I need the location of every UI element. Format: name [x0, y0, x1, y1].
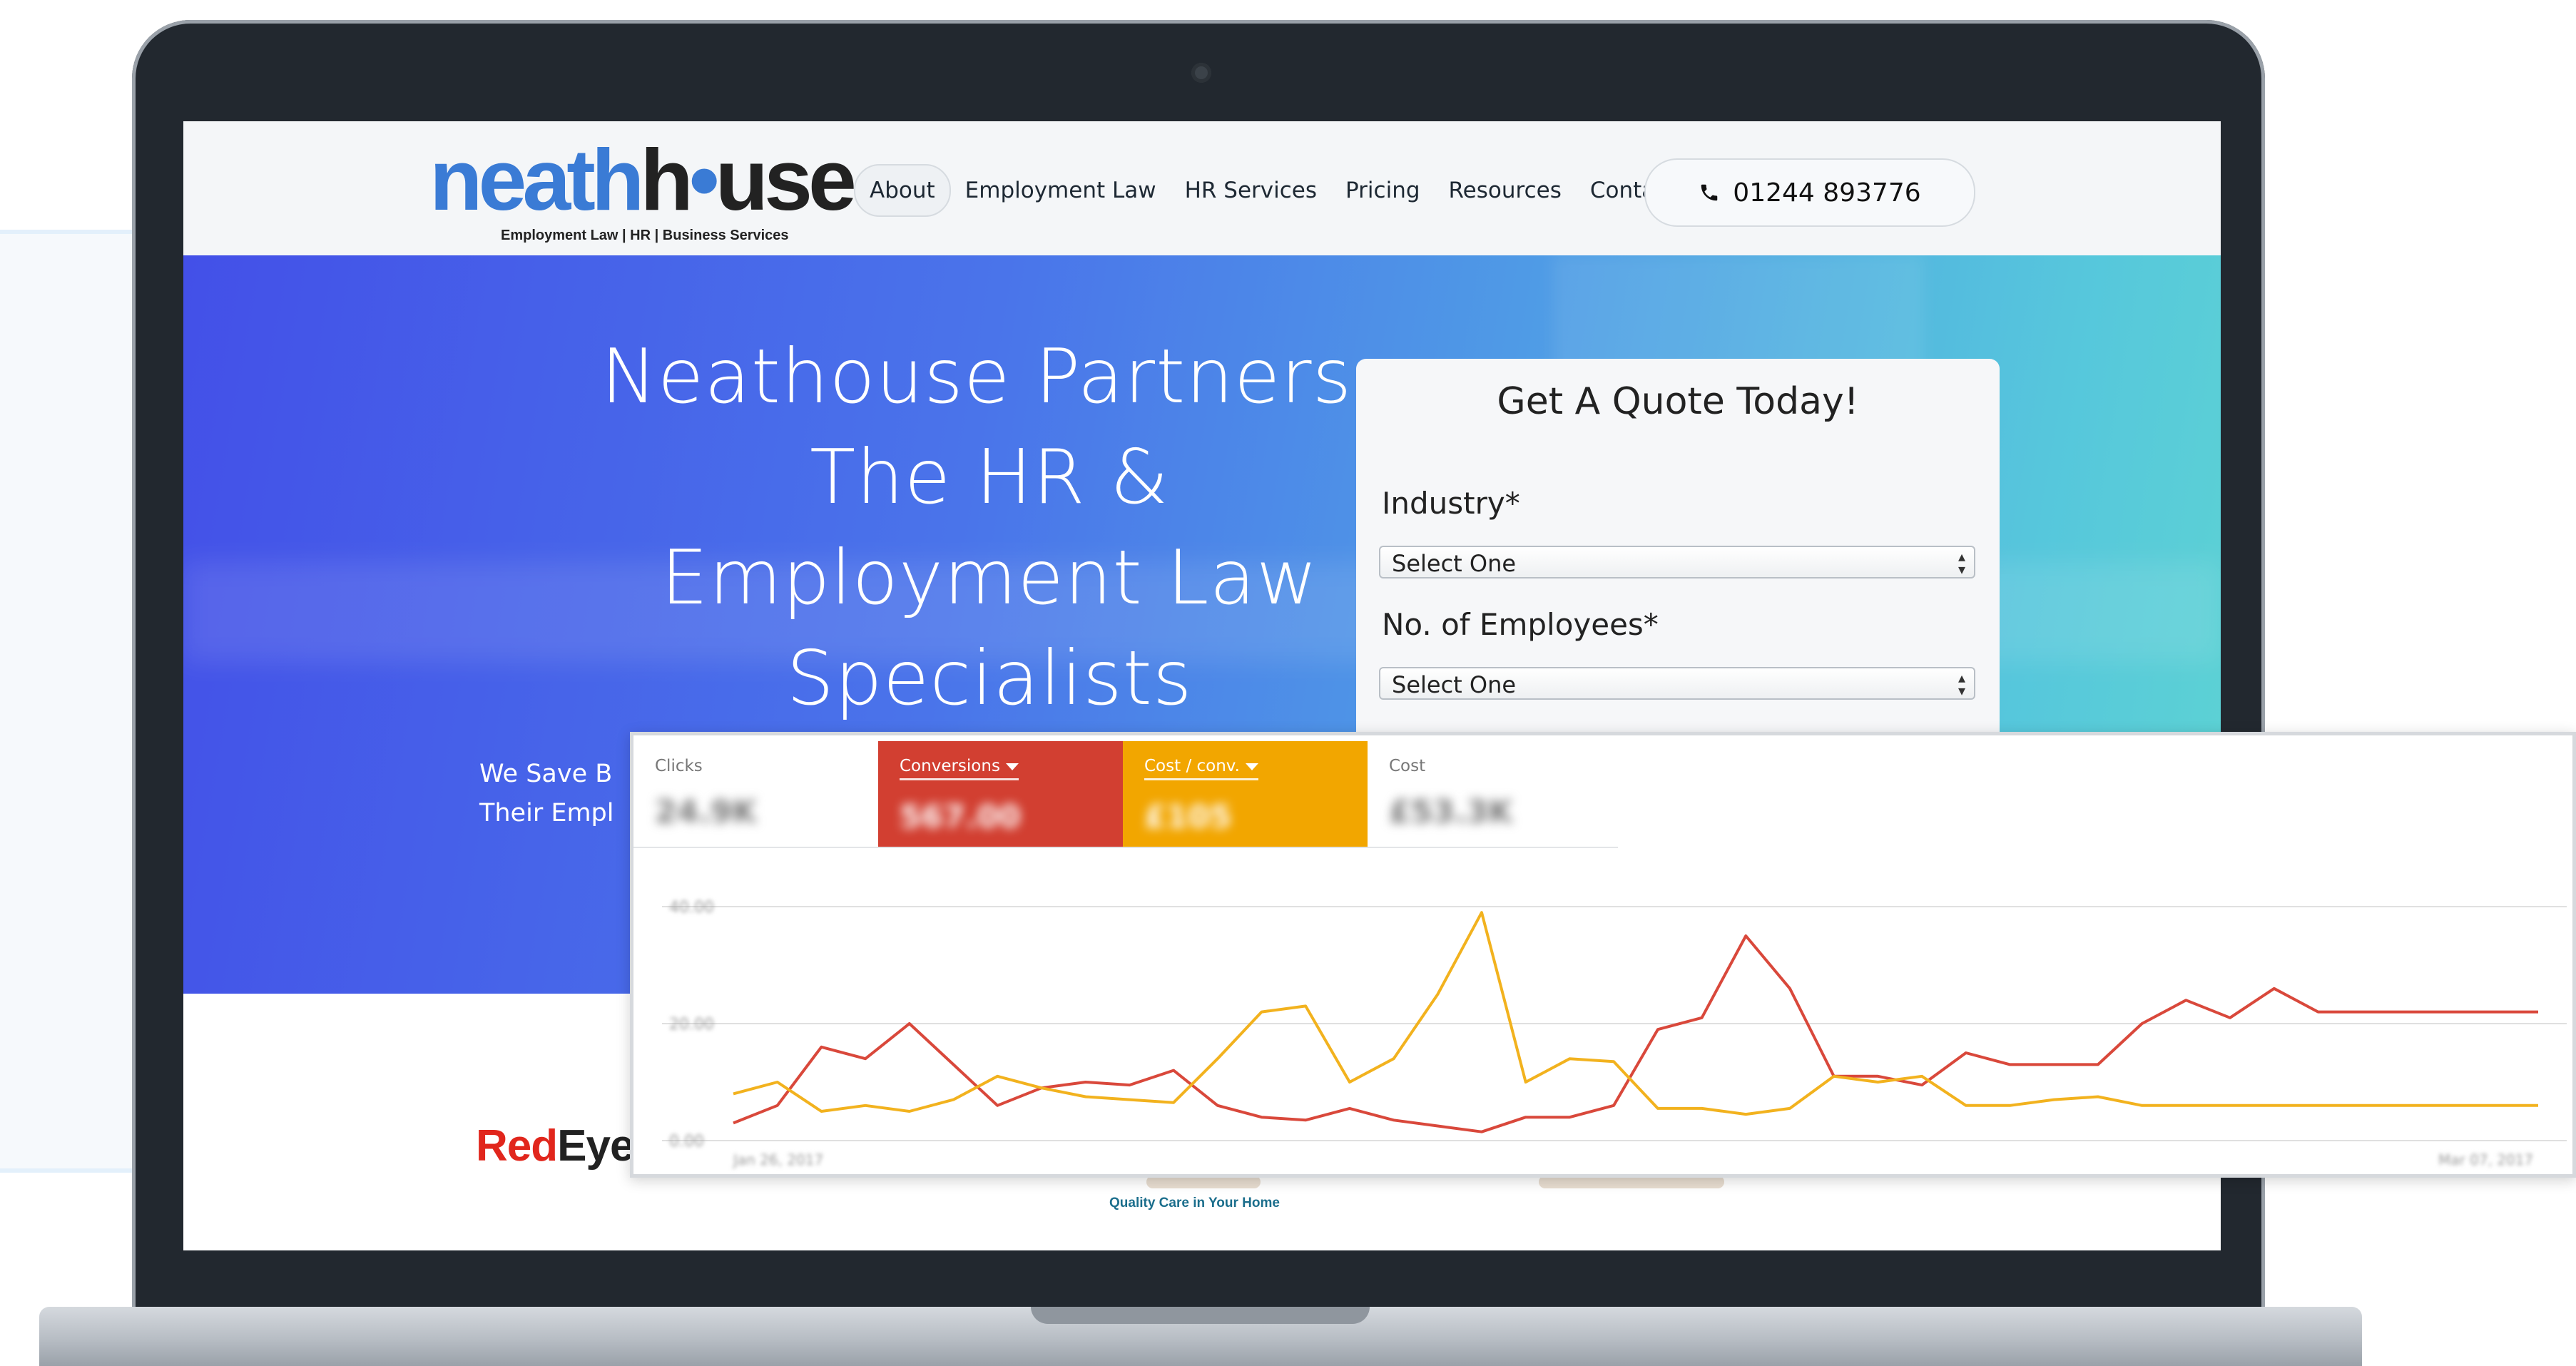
y-tick-label: 0.00 — [669, 1133, 704, 1151]
industry-select-value: Select One — [1392, 550, 1517, 577]
hero-title: Neathouse Partners: The HR & Employment … — [490, 327, 1489, 729]
industry-label: Industry* — [1382, 486, 1520, 521]
nav-hr-services[interactable]: HR Services — [1171, 165, 1331, 215]
nav-resources[interactable]: Resources — [1435, 165, 1576, 215]
logo-tagline: Employment Law | HR | Business Services — [501, 228, 789, 243]
employees-select[interactable]: Select One ▴ ▾ — [1379, 667, 1975, 700]
metric-label: Cost — [1389, 757, 1426, 775]
metric-cost-per-conversion[interactable]: Cost / conv. £105 — [1123, 741, 1368, 847]
dropdown-icon — [1245, 763, 1258, 770]
metric-cost[interactable]: Cost £53.3K — [1368, 741, 1612, 847]
hero-title-line: Employment Law — [661, 534, 1318, 621]
x-tick-label: Jan 26, 2017 — [732, 1151, 823, 1168]
hero-title-line: Specialists — [786, 635, 1193, 722]
metric-label: Cost / conv. — [1144, 757, 1258, 780]
employees-label: No. of Employees* — [1382, 607, 1659, 642]
camera-icon — [1191, 63, 1211, 83]
laptop-notch — [1031, 1307, 1370, 1324]
dropdown-icon — [1005, 763, 1019, 770]
nav-pricing[interactable]: Pricing — [1331, 165, 1435, 215]
care-logo-tagline: Quality Care in Your Home — [1109, 1196, 1280, 1210]
analytics-panel: Clicks 24.9K Conversions 567.00 Cost / c… — [630, 732, 2576, 1178]
nav-employment-law[interactable]: Employment Law — [951, 165, 1171, 215]
phone-button[interactable]: 01244 893776 — [1644, 158, 1975, 227]
series-line-cost-conv- — [733, 911, 2538, 1116]
metric-value: 567.00 — [900, 799, 1021, 835]
nav-about[interactable]: About — [854, 164, 951, 217]
industry-select[interactable]: Select One ▴ ▾ — [1379, 546, 1975, 578]
metric-divider — [633, 847, 1618, 848]
phone-number: 01244 893776 — [1733, 178, 1921, 208]
site-header: neathh•use Employment Law | HR | Busines… — [183, 121, 2221, 255]
site-logo[interactable]: neathh•use Employment Law | HR | Busines… — [429, 131, 857, 244]
y-tick-label: 40.00 — [669, 899, 714, 917]
select-arrows-icon: ▴ ▾ — [1958, 548, 1965, 578]
main-nav: About Employment Law HR Services Pricing… — [854, 164, 1690, 217]
employees-select-value: Select One — [1392, 671, 1517, 698]
redeye-logo[interactable]: RedEye — [476, 1121, 634, 1171]
quote-form-title: Get A Quote Today! — [1497, 380, 1859, 423]
metric-clicks[interactable]: Clicks 24.9K — [633, 741, 878, 847]
performance-line-chart: 0.00 20.00 40.00 Jan 26, 2017 Mar 07, 2017 — [662, 899, 2567, 1168]
metric-label: Clicks — [655, 757, 703, 775]
phone-icon — [1701, 184, 1718, 201]
metric-value: £53.3K — [1389, 794, 1513, 830]
quote-form: Get A Quote Today! Industry* Select One … — [1356, 359, 2000, 787]
hero-title-line: Neathouse Partners: — [601, 333, 1378, 420]
series-line-conversions — [733, 934, 2538, 1133]
metric-value: 24.9K — [655, 794, 757, 830]
metric-label: Conversions — [900, 757, 1019, 780]
hero-title-line: The HR & — [810, 434, 1169, 521]
logo-wordmark: neathh•use — [429, 131, 857, 228]
select-arrows-icon: ▴ ▾ — [1958, 669, 1965, 699]
metric-conversions[interactable]: Conversions 567.00 — [878, 741, 1123, 847]
metric-value: £105 — [1144, 799, 1232, 835]
y-tick-label: 20.00 — [669, 1016, 714, 1034]
x-tick-label: Mar 07, 2017 — [2438, 1151, 2533, 1168]
